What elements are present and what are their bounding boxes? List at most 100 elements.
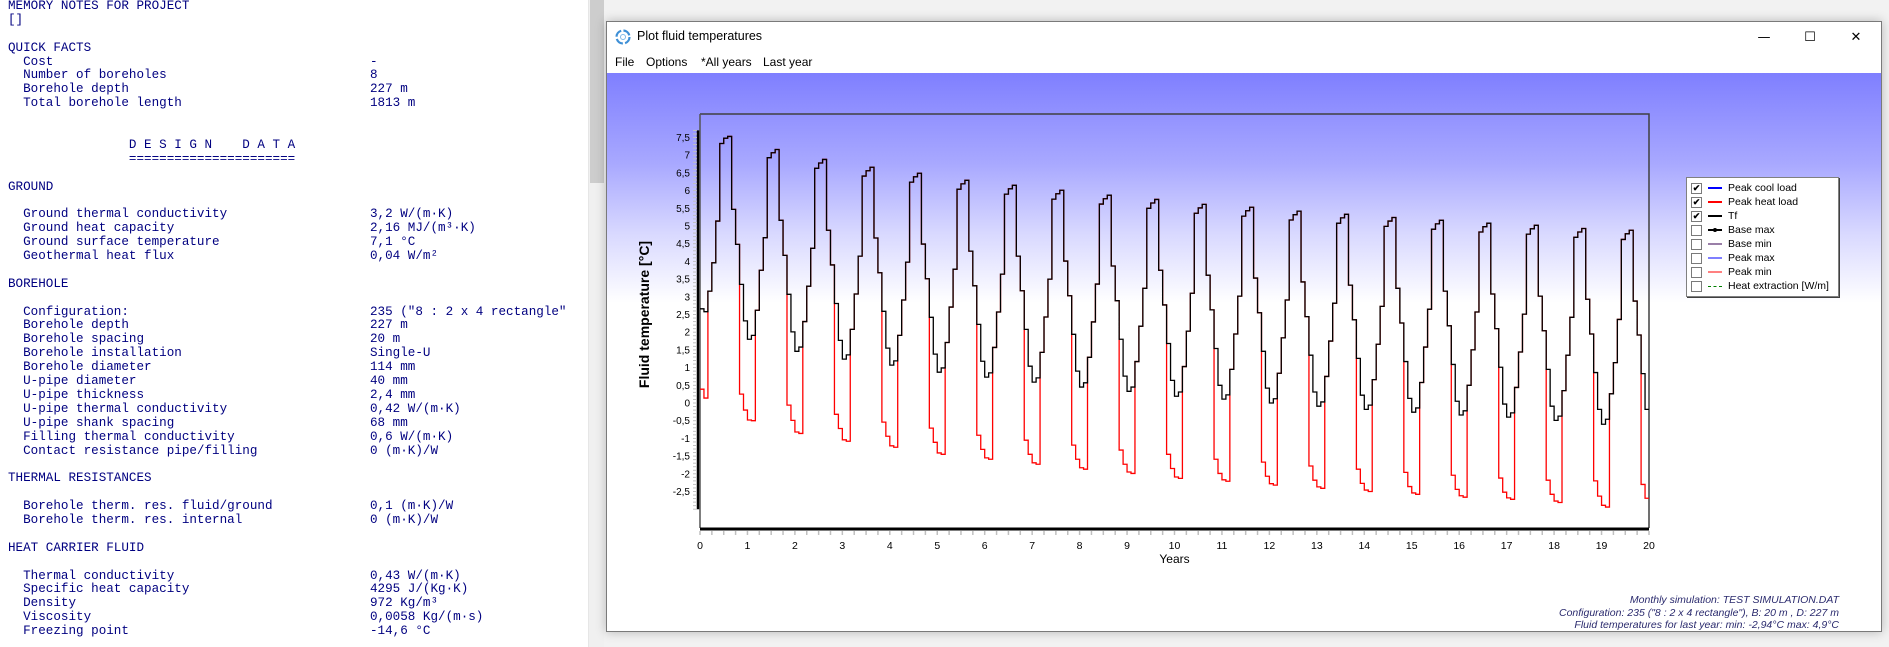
menu-file[interactable]: File [615, 55, 634, 69]
note-row: U-pipe thickness 2,4 mm [8, 387, 588, 403]
note-label: Borehole depth [8, 82, 129, 97]
title-bar[interactable]: Plot fluid temperatures — ☐ ✕ [607, 22, 1881, 52]
note-value: 8 [370, 68, 378, 83]
y-tick-label: 2 [684, 328, 690, 339]
note-row: Density 972 Kg/m³ [8, 596, 588, 611]
notes-memo: [] [8, 12, 24, 27]
note-label: Borehole therm. res. fluid/ground [8, 499, 273, 514]
note-value: 114 mm [370, 360, 416, 375]
note-value: 0,42 W/(m·K) [370, 401, 461, 416]
legend-label: Peak heat load [1728, 196, 1799, 208]
menu-all-years[interactable]: *All years [701, 55, 752, 69]
note-row: Freezing point -14,6 °C [8, 624, 588, 639]
note-row: Borehole therm. res. internal 0 (m·K)/W [8, 512, 588, 528]
note-row: Number of boreholes 8 [8, 69, 588, 83]
legend-line-swatch-icon [1708, 243, 1722, 245]
checkbox-unchecked-icon[interactable] [1691, 238, 1702, 250]
y-tick-label: -1,5 [673, 452, 691, 463]
y-tick-label: 5 [684, 222, 690, 233]
scrollbar-thumb[interactable] [590, 0, 604, 183]
y-tick-label: 4,5 [676, 239, 690, 250]
menu-options[interactable]: Options [646, 55, 687, 69]
note-row: Contact resistance pipe/filling 0 (m·K)/W [8, 444, 588, 459]
y-tick-label: 6,5 [676, 168, 690, 179]
note-value: 0,6 W/(m·K) [370, 429, 454, 444]
plot-window: Plot fluid temperatures — ☐ ✕ File Optio… [606, 21, 1882, 632]
legend-item-peak-max[interactable]: Peak max [1691, 251, 1775, 265]
y-axis-label: Fluid temperature [°C] [636, 241, 652, 388]
note-row: Configuration: 235 ("8 : 2 x 4 rectangle" [8, 305, 588, 320]
note-label: Geothermal heat flux [8, 249, 175, 264]
checkbox-checked-icon[interactable]: ✔ [1691, 196, 1702, 208]
legend-label: Peak max [1728, 252, 1775, 264]
menu-last-year[interactable]: Last year [763, 55, 812, 69]
legend-label: Heat extraction [W/m] [1728, 280, 1829, 292]
legend-line-swatch-icon [1708, 201, 1722, 203]
checkbox-checked-icon[interactable]: ✔ [1691, 210, 1702, 222]
note-row: Geothermal heat flux 0,04 W/m² [8, 249, 588, 264]
checkbox-unchecked-icon[interactable] [1691, 224, 1702, 236]
notes-scrollbar[interactable] [588, 0, 605, 647]
x-tick-label: 2 [792, 540, 798, 552]
checkbox-unchecked-icon[interactable] [1691, 280, 1702, 292]
note-row: Borehole installation Single-U [8, 346, 588, 361]
legend-item-base-min[interactable]: Base min [1691, 237, 1772, 251]
note-label: U-pipe thickness [8, 387, 145, 402]
notes-title: MEMORY NOTES FOR PROJECT [8, 0, 190, 13]
checkbox-checked-icon[interactable]: ✔ [1691, 182, 1702, 194]
legend-line-swatch-icon [1708, 271, 1722, 273]
legend-item-peak-heat-load[interactable]: ✔ Peak heat load [1691, 195, 1798, 209]
legend-line-swatch-icon [1708, 285, 1722, 287]
legend-label: Base min [1728, 238, 1772, 250]
maximize-icon: ☐ [1804, 29, 1816, 45]
note-value: Single-U [370, 346, 431, 361]
app-icon [615, 29, 631, 45]
section-heading: GROUND [8, 179, 54, 194]
close-button[interactable]: ✕ [1833, 22, 1879, 52]
legend-item-heat-extraction-w-m[interactable]: Heat extraction [W/m] [1691, 279, 1829, 293]
section-heading: BOREHOLE [8, 276, 69, 291]
x-tick-label: 0 [697, 540, 703, 552]
note-label: U-pipe thermal conductivity [8, 401, 228, 416]
checkbox-unchecked-icon[interactable] [1691, 266, 1702, 278]
y-tick-label: 0,5 [676, 381, 690, 392]
legend-label: Peak min [1728, 266, 1772, 278]
note-value: -14,6 °C [370, 624, 431, 639]
note-value: 1813 m [370, 96, 416, 111]
legend-item-peak-cool-load[interactable]: ✔ Peak cool load [1691, 181, 1797, 195]
x-tick-label: 15 [1406, 540, 1418, 552]
note-value: 0,1 (m·K)/W [370, 499, 454, 514]
note-row: Ground thermal conductivity 3,2 W/(m·K) [8, 207, 588, 222]
info-line-simulation: Monthly simulation: TEST SIMULATION.DAT [1629, 594, 1839, 606]
legend-item-peak-min[interactable]: Peak min [1691, 265, 1772, 279]
note-value: - [370, 54, 378, 69]
design-data-heading: D E S I G N D A T A [8, 137, 296, 152]
note-row: U-pipe diameter 40 mm [8, 374, 588, 389]
x-tick-label: 3 [839, 540, 845, 552]
note-value: 3,2 W/(m·K) [370, 207, 454, 222]
checkbox-unchecked-icon[interactable] [1691, 252, 1702, 264]
legend-item-tf[interactable]: ✔ Tf [1691, 209, 1737, 223]
x-tick-label: 18 [1548, 540, 1560, 552]
legend-item-base-max[interactable]: Base max [1691, 223, 1775, 237]
minimize-button[interactable]: — [1741, 22, 1787, 52]
x-axis-label: Years [1159, 552, 1189, 566]
note-value: 0 (m·K)/W [370, 512, 439, 527]
maximize-button[interactable]: ☐ [1787, 22, 1833, 52]
note-label: U-pipe shank spacing [8, 415, 175, 430]
note-row: Thermal conductivity 0,43 W/(m·K) [8, 569, 588, 584]
x-tick-label: 6 [982, 540, 988, 552]
note-row: Filling thermal conductivity 0,6 W/(m·K) [8, 429, 588, 445]
info-line-last-year: Fluid temperatures for last year: min: -… [1574, 619, 1839, 631]
chart-legend: ✔ Peak cool load ✔ Peak heat load ✔ Tf Base ma… [1686, 177, 1839, 297]
note-label: Ground thermal conductivity [8, 207, 228, 222]
note-row: Viscosity 0,0058 Kg/(m·s) [8, 610, 588, 625]
quick-facts-heading: QUICK FACTS [8, 40, 92, 55]
x-tick-label: 9 [1124, 540, 1130, 552]
